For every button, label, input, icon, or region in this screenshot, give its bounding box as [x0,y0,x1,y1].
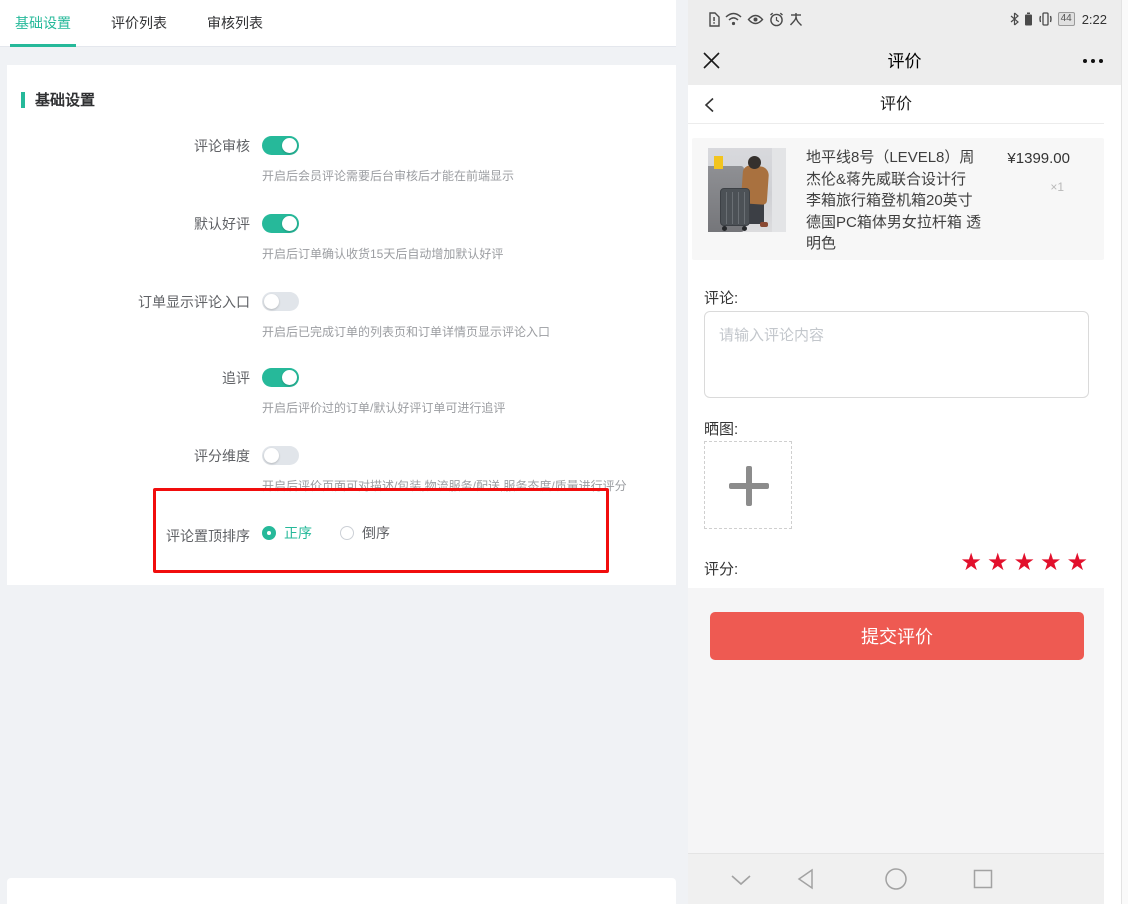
product-quantity: ×1 [1050,180,1064,194]
section-title: 基础设置 [35,89,95,110]
android-home-icon[interactable] [884,867,908,891]
setting-description: 开启后评价页面可对描述/包装,物流服务/配送,服务态度/质量进行评分 [262,477,627,494]
vibrate-icon [1038,12,1053,26]
app-page-title: 评价 [688,85,1104,124]
setting-description: 开启后订单确认收货15天后自动增加默认好评 [262,245,503,262]
phone-preview: 44 2:22 评价 评价 地平线8号（LEVEL8）周 杰伦&蒋先威联合设计行… [688,0,1121,904]
bottom-card-strip [7,878,676,904]
settings-tabbar: 基础设置 评价列表 审核列表 [0,0,676,47]
hide-nav-chevron-icon[interactable] [730,874,752,886]
sim-alert-icon [708,12,720,27]
product-title: 地平线8号（LEVEL8）周 杰伦&蒋先威联合设计行 李箱旅行箱登机箱20英寸 … [806,147,1006,255]
wechat-page-title: 评价 [688,38,1121,85]
toggle-knob [282,216,297,231]
status-icons-left [708,12,803,27]
tab-review-list[interactable]: 评价列表 [106,0,172,46]
radio-descending[interactable]: 倒序 [340,526,390,540]
page-scrollbar[interactable] [1121,0,1128,904]
setting-row-comment-audit: 评论审核 开启后会员评论需要后台审核后才能在前端显示 [7,136,676,196]
tab-label: 审核列表 [207,13,263,33]
photos-label: 晒图: [704,418,738,439]
order-comment-entry-toggle[interactable] [262,292,299,311]
steps-mode-icon [789,12,803,27]
status-time: 2:22 [1082,12,1107,27]
setting-label: 评论置顶排序 [7,526,250,546]
comment-label: 评论: [704,287,738,308]
radio-label: 倒序 [362,526,390,540]
section-header: 基础设置 [21,89,95,110]
product-price: ¥1399.00 [1007,150,1070,167]
radio-dot [262,526,276,540]
submit-review-button[interactable]: 提交评价 [710,612,1084,660]
pinned-sort-radio-group: 正序 倒序 [262,526,418,540]
setting-label: 订单显示评论入口 [7,292,250,312]
default-good-review-toggle[interactable] [262,214,299,233]
product-image [708,148,786,232]
eye-icon [747,13,764,26]
phone-status-bar: 44 2:22 [688,0,1121,38]
tab-label: 基础设置 [15,13,71,33]
radio-label: 正序 [284,526,312,540]
toggle-knob [282,138,297,153]
submit-section: 提交评价 [688,588,1104,853]
setting-row-follow-up-review: 追评 开启后评价过的订单/默认好评订单可进行追评 [7,368,676,428]
follow-up-review-toggle[interactable] [262,368,299,387]
battery-percent-badge: 44 [1058,12,1075,26]
setting-row-order-comment-entry: 订单显示评论入口 开启后已完成订单的列表页和订单详情页显示评论入口 [7,292,676,352]
toggle-knob [282,370,297,385]
rating-dimension-toggle[interactable] [262,446,299,465]
setting-label: 默认好评 [7,214,250,234]
app-navbar: 评价 [688,85,1104,124]
wechat-header: 评价 [688,38,1121,85]
status-icons-right: 44 2:22 [1010,12,1107,27]
tab-audit-list[interactable]: 审核列表 [202,0,268,46]
star-rating[interactable]: ★★★★★ [960,549,1093,577]
setting-description: 开启后会员评论需要后台审核后才能在前端显示 [262,167,514,184]
android-recents-icon[interactable] [972,867,994,891]
bluetooth-icon [1010,12,1019,26]
comment-audit-toggle[interactable] [262,136,299,155]
radio-ascending[interactable]: 正序 [262,526,312,540]
setting-label: 评分维度 [7,446,250,466]
radio-dot [340,526,354,540]
basic-settings-card: 基础设置 评论审核 开启后会员评论需要后台审核后才能在前端显示 默认好评 开启后… [7,65,676,585]
battery-full-icon [1024,12,1033,26]
android-back-icon[interactable] [794,867,816,891]
setting-row-pinned-sort: 评论置顶排序 正序 倒序 [7,526,676,586]
setting-row-default-good-review: 默认好评 开启后订单确认收货15天后自动增加默认好评 [7,214,676,274]
toggle-knob [264,448,279,463]
setting-description: 开启后评价过的订单/默认好评订单可进行追评 [262,399,505,416]
section-accent-bar [21,92,25,108]
wifi-icon [725,12,742,26]
tab-label: 评价列表 [111,13,167,33]
setting-label: 评论审核 [7,136,250,156]
more-menu-icon[interactable] [1083,59,1103,63]
android-nav-bar [688,853,1104,904]
setting-label: 追评 [7,368,250,388]
toggle-knob [264,294,279,309]
comment-input[interactable] [704,311,1089,398]
plus-icon [746,466,752,506]
setting-description: 开启后已完成订单的列表页和订单详情页显示评论入口 [262,323,550,340]
setting-row-rating-dimension: 评分维度 开启后评价页面可对描述/包装,物流服务/配送,服务态度/质量进行评分 [7,446,676,506]
rating-label: 评分: [704,558,738,579]
product-card[interactable]: 地平线8号（LEVEL8）周 杰伦&蒋先威联合设计行 李箱旅行箱登机箱20英寸 … [692,138,1104,260]
tab-basic-settings[interactable]: 基础设置 [10,0,76,46]
upload-photo-button[interactable] [704,441,792,529]
alarm-clock-icon [769,12,784,27]
